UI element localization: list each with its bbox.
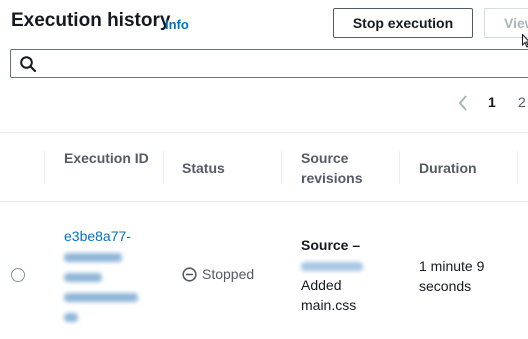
status-cell: Stopped	[182, 266, 254, 282]
column-header-status[interactable]: Status	[182, 158, 225, 178]
redacted-text	[64, 306, 154, 326]
source-label: Source –	[301, 237, 361, 253]
search-input[interactable]	[10, 49, 528, 78]
view-button-label: View	[504, 15, 528, 31]
column-header-execution-id[interactable]: Execution ID	[64, 148, 154, 168]
stopped-icon	[182, 266, 197, 282]
source-revision-cell: Source – Added main.css	[301, 235, 371, 315]
duration-cell: 1 minute 9 seconds	[419, 258, 485, 294]
page-2-button[interactable]: 2	[518, 94, 526, 110]
column-separator	[44, 151, 45, 184]
page-title: Execution history	[11, 10, 171, 31]
redacted-text	[64, 266, 154, 286]
chevron-left-icon[interactable]	[457, 94, 469, 112]
source-message: Added main.css	[301, 277, 357, 313]
column-header-duration[interactable]: Duration	[419, 158, 477, 178]
row-select-radio[interactable]	[11, 268, 25, 282]
page-1-button[interactable]: 1	[488, 94, 496, 110]
column-separator	[399, 151, 400, 184]
source-revision-link[interactable]	[301, 255, 371, 275]
column-separator	[281, 151, 282, 184]
execution-id-link[interactable]: e3be8a77-	[64, 226, 154, 326]
execution-id-prefix: e3be8a77-	[64, 228, 131, 244]
column-separator	[517, 151, 518, 184]
mouse-cursor-icon	[522, 34, 528, 48]
info-link[interactable]: Info	[165, 17, 189, 32]
redacted-text	[64, 246, 154, 266]
stop-execution-button[interactable]: Stop execution	[333, 8, 473, 38]
column-header-source-revisions[interactable]: Source revisions	[301, 148, 381, 188]
search-icon	[20, 56, 37, 73]
table-header-bottom-border	[0, 201, 528, 202]
redacted-text	[64, 286, 154, 306]
table-header-top-border	[0, 132, 528, 133]
status-text: Stopped	[202, 266, 255, 282]
column-separator	[163, 151, 164, 184]
